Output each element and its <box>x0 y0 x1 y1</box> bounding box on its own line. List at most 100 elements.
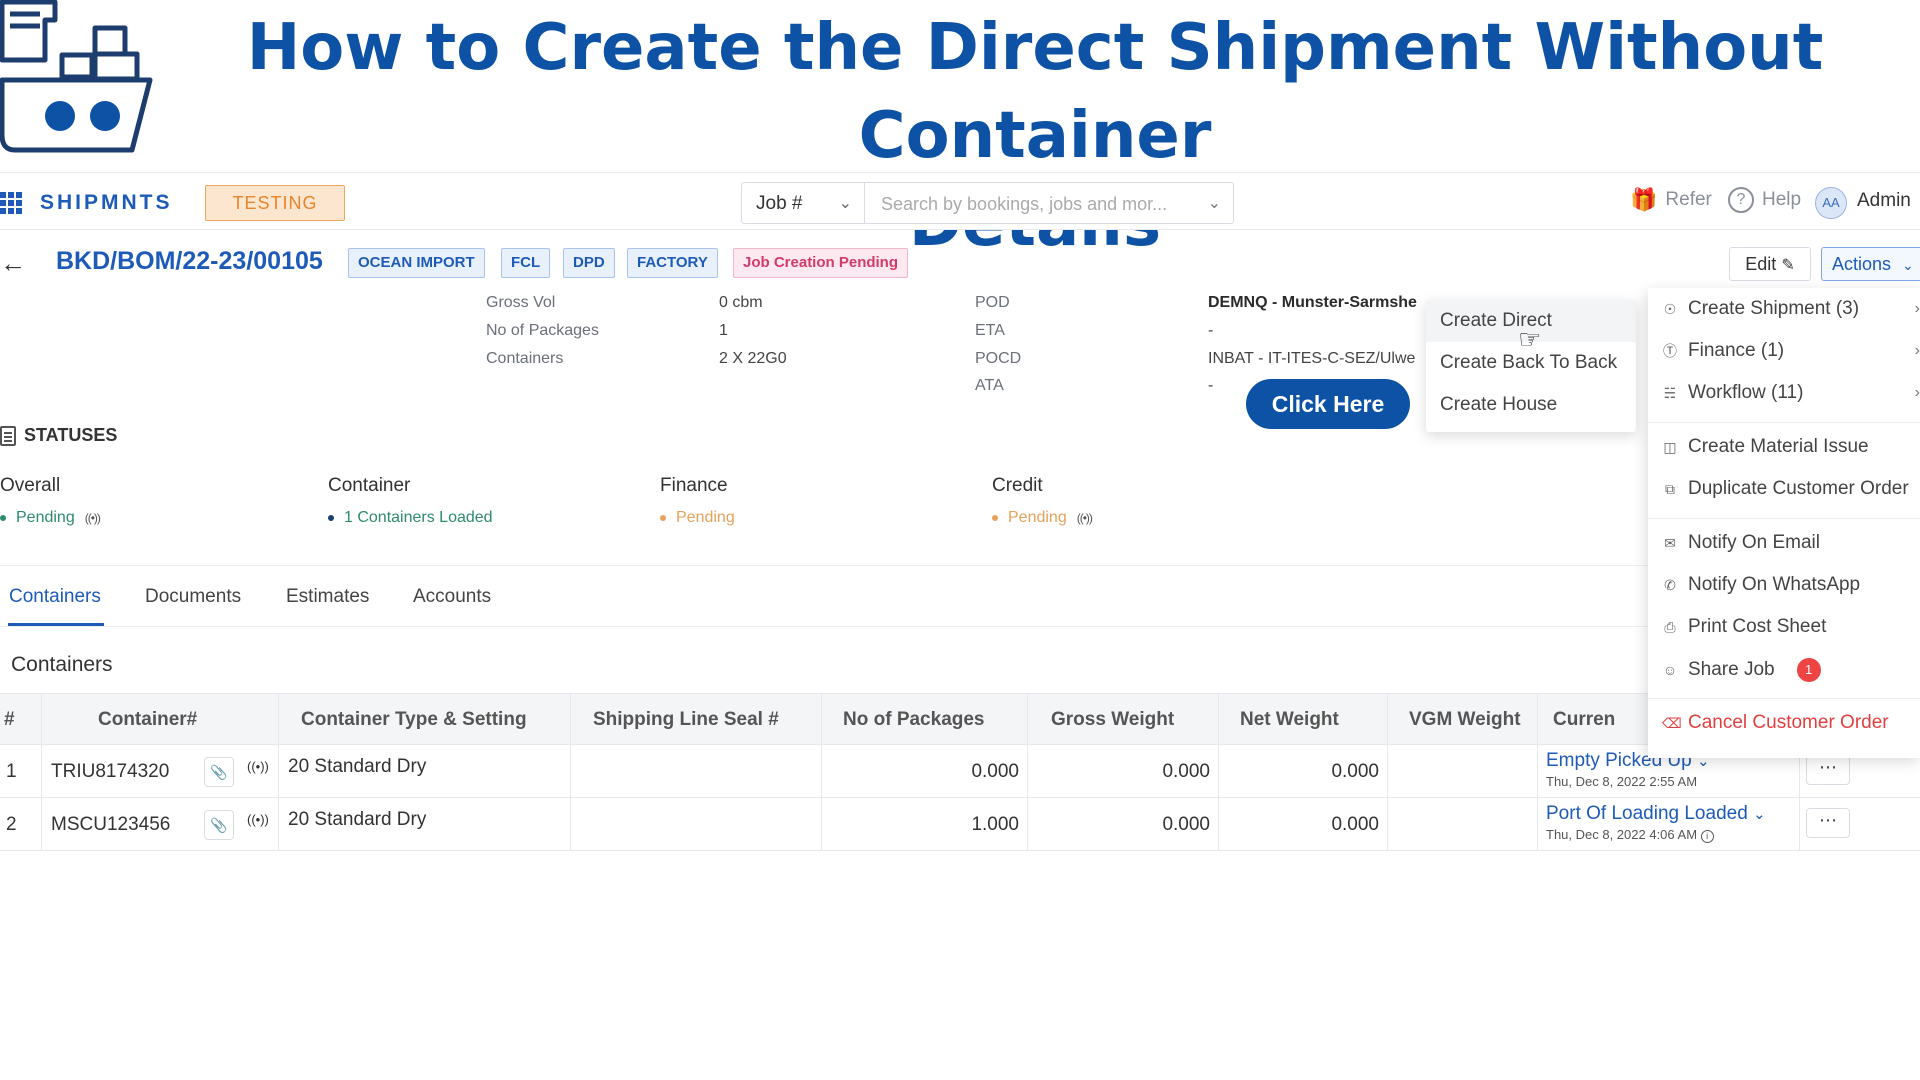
share-user-icon: ☺ <box>1662 662 1678 678</box>
user-avatar[interactable]: AA <box>1815 187 1847 219</box>
status-value-row: Pending ((•)) <box>992 509 1093 527</box>
pocd-label: POCD <box>975 350 1022 367</box>
actions-label: Actions <box>1832 254 1892 274</box>
tag-mode: OCEAN IMPORT <box>348 248 485 278</box>
gift-icon: 🎁 <box>1630 187 1658 212</box>
global-search-input[interactable]: Search by bookings, jobs and mor... ⌄ <box>864 182 1234 224</box>
status-dot <box>0 515 6 521</box>
gross-vol-label: Gross Vol <box>486 294 556 311</box>
pocd-value: INBAT - IT-ITES-C-SEZ/Ulwe <box>1208 350 1416 367</box>
column-header: No of Packages <box>843 709 985 730</box>
divider <box>0 626 1650 627</box>
containers-value: 2 X 22G0 <box>719 350 787 367</box>
status-value-row: Pending ((•)) <box>0 509 101 527</box>
table-row[interactable]: 2 MSCU123456 📎 ((•)) 20 Standard Dry 1.0… <box>0 798 1920 851</box>
edit-label: Edit <box>1745 254 1777 274</box>
tracking-icon[interactable]: ((•)) <box>247 759 269 774</box>
edit-button[interactable]: Edit ✎ <box>1729 247 1811 281</box>
status-dot <box>992 515 998 521</box>
help-label: Help <box>1762 189 1802 210</box>
tutorial-banner: How to Create the Direct Shipment Withou… <box>0 0 1920 261</box>
gross-weight-cell: 0.000 <box>1162 814 1210 835</box>
chevron-down-icon: ⌄ <box>1902 257 1914 273</box>
apps-grid-icon[interactable] <box>0 192 22 214</box>
search-type-select[interactable]: Job # ⌄ <box>741 182 865 224</box>
menu-item-notify-email[interactable]: ✉ Notify On Email <box>1662 532 1820 554</box>
copy-icon: ⧉ <box>1665 480 1675 497</box>
menu-item-duplicate-customer-order[interactable]: ⧉ Duplicate Customer Order <box>1662 478 1909 500</box>
container-status: Port Of Loading Loaded <box>1546 803 1748 824</box>
tab-documents[interactable]: Documents <box>145 586 241 608</box>
chevron-right-icon: › <box>1914 384 1920 401</box>
status-value: Pending <box>16 509 75 526</box>
user-name[interactable]: Admin <box>1857 190 1911 212</box>
menu-item-label: Create Shipment (3) <box>1688 298 1860 319</box>
info-icon[interactable]: i <box>1700 830 1714 843</box>
menu-item-label: Cancel Customer Order <box>1688 712 1889 733</box>
divider <box>0 565 1650 566</box>
pod-label: POD <box>975 294 1010 311</box>
tab-containers[interactable]: Containers <box>9 586 101 608</box>
refer-link[interactable]: 🎁 Refer <box>1630 187 1712 213</box>
menu-item-print-cost-sheet[interactable]: ⎙ Print Cost Sheet <box>1662 616 1826 638</box>
container-type: 20 Standard Dry <box>288 756 427 777</box>
attachment-button[interactable]: 📎 <box>204 757 234 787</box>
attachment-button[interactable]: 📎 <box>204 810 234 840</box>
brand-name[interactable]: SHIPMNTS <box>40 191 173 215</box>
row-more-button[interactable]: ⋯ <box>1806 808 1850 838</box>
chevron-down-icon: ⌄ <box>1207 195 1221 212</box>
net-weight-cell: 0.000 <box>1331 814 1379 835</box>
menu-item-create-material-issue[interactable]: ◫ Create Material Issue <box>1662 436 1868 458</box>
top-navigation-bar: SHIPMNTS TESTING Job # ⌄ Search by booki… <box>0 172 1920 230</box>
refer-label: Refer <box>1665 189 1712 210</box>
row-number: 2 <box>6 814 17 835</box>
container-status-dropdown[interactable]: Port Of Loading Loaded ⌄ <box>1546 803 1766 825</box>
menu-item-label: Share Job <box>1688 659 1775 680</box>
back-arrow-icon[interactable]: ← <box>0 248 26 279</box>
menu-item-create-house[interactable]: Create House <box>1440 394 1557 416</box>
column-header: Container# <box>98 709 198 730</box>
tag-load-type: FCL <box>501 248 551 278</box>
containers-label: Containers <box>486 350 564 367</box>
pod-value: DEMNQ - Munster-Sarmshe <box>1208 294 1417 311</box>
help-link[interactable]: ? Help <box>1728 187 1801 213</box>
status-finance: Finance Pending <box>660 475 735 527</box>
status-dot <box>328 515 334 521</box>
packages-cell: 0.000 <box>971 761 1019 782</box>
tab-accounts[interactable]: Accounts <box>413 586 491 608</box>
status-value: Pending <box>676 509 735 526</box>
menu-item-workflow[interactable]: ☵ Workflow (11) <box>1662 382 1804 404</box>
compass-icon: ☉ <box>1663 300 1677 317</box>
column-header: Gross Weight <box>1051 709 1175 730</box>
search-type-value: Job # <box>756 193 803 214</box>
menu-divider <box>1648 422 1920 423</box>
statuses-heading: STATUSES <box>0 425 117 446</box>
chevron-down-icon: ⌄ <box>1753 806 1766 823</box>
tracking-icon[interactable]: ((•)) <box>247 812 269 827</box>
menu-item-finance[interactable]: Ⓣ Finance (1) <box>1662 340 1784 362</box>
menu-item-share-job[interactable]: ☺ Share Job 1 <box>1662 658 1821 682</box>
gross-weight-cell: 0.000 <box>1162 761 1210 782</box>
tab-estimates[interactable]: Estimates <box>286 586 369 608</box>
hand-cursor-icon: ☞ <box>1518 324 1542 354</box>
column-header: Curren <box>1553 709 1616 730</box>
table-row[interactable]: 1 TRIU8174320 📎 ((•)) 20 Standard Dry 0.… <box>0 745 1920 798</box>
menu-item-create-back-to-back[interactable]: Create Back To Back <box>1440 352 1617 374</box>
packages-value: 1 <box>719 322 728 339</box>
net-weight-cell: 0.000 <box>1331 761 1379 782</box>
menu-item-label: Duplicate Customer Order <box>1688 478 1909 499</box>
actions-button[interactable]: Actions ⌄ <box>1821 247 1920 281</box>
booking-header: ← BKD/BOM/22-23/00105 OCEAN IMPORT FCL D… <box>0 230 1920 292</box>
menu-item-notify-whatsapp[interactable]: ✆ Notify On WhatsApp <box>1662 574 1860 596</box>
actions-dropdown-menu: ☉ Create Shipment (3) › Ⓣ Finance (1) › … <box>1648 288 1920 758</box>
ship-logo-icon <box>0 0 153 153</box>
booking-id: BKD/BOM/22-23/00105 <box>56 247 323 275</box>
row-more-button[interactable]: ⋯ <box>1806 755 1850 785</box>
menu-item-create-shipment[interactable]: ☉ Create Shipment (3) <box>1662 298 1859 320</box>
create-shipment-submenu: Create Direct Create Back To Back Create… <box>1426 300 1636 432</box>
menu-divider <box>1648 518 1920 519</box>
broadcast-icon: ((•)) <box>84 511 101 525</box>
menu-item-cancel-customer-order[interactable]: ⌫ Cancel Customer Order <box>1662 712 1889 734</box>
dollar-icon: Ⓣ <box>1663 343 1677 359</box>
menu-divider <box>1648 698 1920 699</box>
